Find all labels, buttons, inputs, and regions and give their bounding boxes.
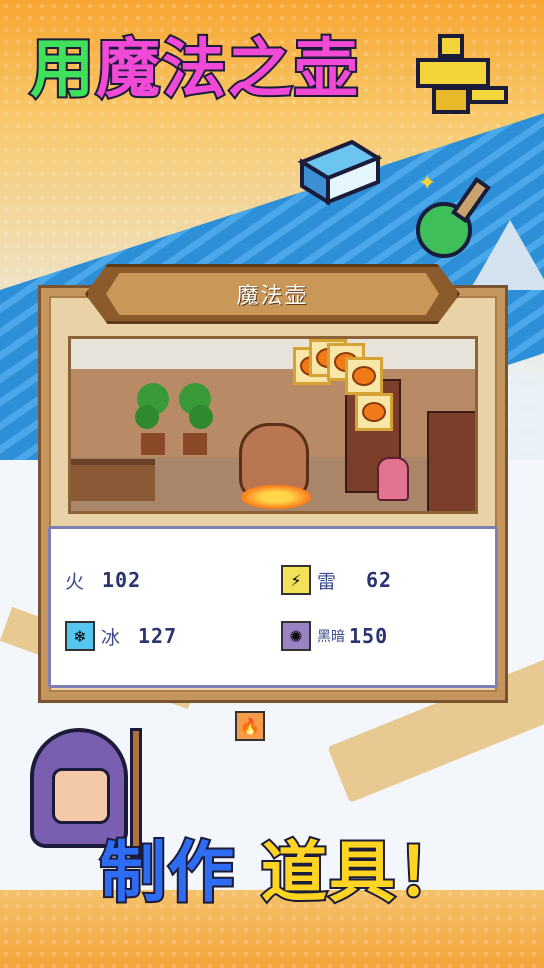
stat-dark: ✺ 黑暗 150: [281, 621, 388, 651]
pumpkin-card: [355, 393, 393, 431]
footline-part1: 制作: [98, 834, 236, 911]
stat-label: 黑暗: [317, 629, 345, 645]
stat-value: 62: [366, 568, 393, 592]
panel-banner: 魔法壶: [85, 264, 460, 324]
footline-part2: 道具！: [259, 834, 465, 911]
stat-value: 127: [138, 624, 178, 648]
stat-fire: 🔥 火 102: [65, 565, 265, 741]
thunder-icon: ⚡: [281, 565, 311, 595]
stat-ice: ❄ 冰 127: [65, 621, 177, 651]
dark-icon: ✺: [281, 621, 311, 651]
stat-thunder: ⚡ 雷 62: [281, 565, 392, 595]
cabinet: [427, 411, 475, 511]
plant-icon: [135, 383, 169, 455]
stat-value: 150: [349, 624, 389, 648]
magic-lamp-icon: [416, 34, 508, 114]
npc-character[interactable]: [377, 457, 409, 501]
svg-text:✦: ✦: [418, 171, 436, 196]
element-stats-box: 🔥 火 102 ⚡ 雷 62 ❄ 冰 127 ✺ 黑暗 150: [48, 526, 498, 741]
workshop-scene: [68, 336, 478, 514]
plant-icon: [179, 383, 213, 455]
headline-part1: 用: [28, 33, 96, 107]
stat-label: 冰: [101, 626, 121, 649]
workbench: [71, 459, 155, 501]
footline: 制作 道具！: [98, 838, 465, 908]
headline-part2: 魔法之壶: [94, 33, 360, 107]
book-icon: [297, 139, 382, 206]
stat-label: 火: [65, 570, 85, 593]
headline: 用魔法之壶: [28, 36, 360, 104]
stat-label: 雷: [317, 570, 337, 593]
fire-under-pot: [241, 485, 311, 509]
panel-title: 魔法壶: [236, 284, 309, 309]
fire-icon: 🔥: [235, 711, 265, 741]
ice-icon: ❄: [65, 621, 95, 651]
potion-icon: ✦: [416, 171, 491, 258]
stat-value: 102: [102, 568, 142, 592]
pumpkin-card: [345, 357, 383, 395]
